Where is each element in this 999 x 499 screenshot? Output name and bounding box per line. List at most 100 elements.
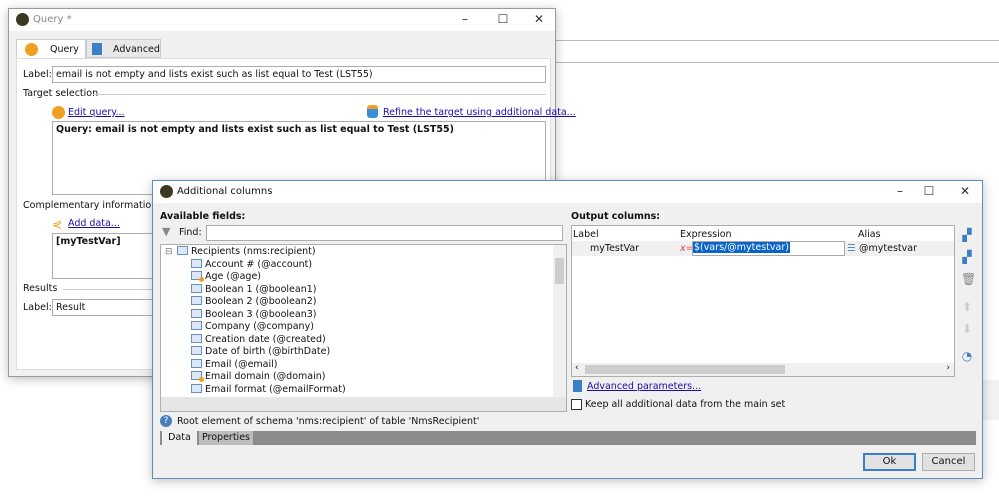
tree-item[interactable]: Account # (@account) xyxy=(191,258,313,272)
query-icon xyxy=(25,43,38,56)
field-icon xyxy=(191,258,202,268)
column-header-label[interactable]: Label xyxy=(573,229,599,240)
scroll-thumb[interactable] xyxy=(555,258,564,284)
vertical-scrollbar[interactable] xyxy=(553,245,566,399)
tree-item-label: Boolean 3 (@boolean3) xyxy=(205,308,317,320)
tree-item-label: Boolean 1 (@boolean1) xyxy=(205,283,317,295)
label-input[interactable]: email is not empty and lists exist such … xyxy=(52,66,546,83)
edit-query-link[interactable]: Edit query... xyxy=(68,107,125,118)
tree-item-label: Email format (@emailFormat) xyxy=(205,383,346,395)
additional-columns-dialog: Additional columns – ☐ ✕ Available field… xyxy=(152,180,983,479)
results-label-input[interactable]: Result xyxy=(52,299,162,316)
app-icon xyxy=(16,13,29,26)
field-icon xyxy=(191,333,202,343)
title-bar: Query * – ☐ ✕ xyxy=(9,9,555,31)
dialog-title: Additional columns xyxy=(177,186,273,197)
tree-item[interactable]: Email format (@emailFormat) xyxy=(191,383,346,397)
results-label-caption: Label: xyxy=(23,302,52,313)
refresh-icon[interactable]: ◔ xyxy=(961,350,973,362)
column-header-expression[interactable]: Expression xyxy=(680,229,732,240)
tab-label: Query xyxy=(50,44,79,55)
ok-button[interactable]: Ok xyxy=(863,453,916,471)
query-icon xyxy=(52,106,65,119)
table-icon xyxy=(177,246,188,255)
tab-data[interactable]: Data xyxy=(162,431,197,445)
add-data-link[interactable]: Add data... xyxy=(68,218,120,229)
app-icon xyxy=(160,185,173,198)
info-text: Root element of schema 'nms:recipient' o… xyxy=(177,416,480,427)
row-label: myTestVar xyxy=(590,243,640,254)
complementary-textarea[interactable]: [myTestVar] xyxy=(52,233,162,279)
field-icon xyxy=(191,308,202,318)
tab-label: Advanced xyxy=(113,44,160,55)
tree-item-label: Account # (@account) xyxy=(205,258,313,270)
maximize-button[interactable]: ☐ xyxy=(493,12,513,26)
window-title: Query * xyxy=(33,14,72,25)
available-fields-heading: Available fields: xyxy=(160,211,246,222)
tree-item[interactable]: Boolean 3 (@boolean3) xyxy=(191,308,317,322)
close-button[interactable]: ✕ xyxy=(529,12,549,26)
tree-item-label: Boolean 2 (@boolean2) xyxy=(205,296,317,307)
fields-tree[interactable]: ⊟ Recipients (nms:recipient) Account # (… xyxy=(160,244,567,412)
add-column-icon[interactable]: ▞ xyxy=(961,229,973,241)
tab-advanced[interactable]: Advanced xyxy=(86,39,161,58)
field-icon xyxy=(191,371,204,382)
tree-item-label: Date of birth (@birthDate) xyxy=(205,346,331,357)
clipboard-icon xyxy=(92,43,102,55)
field-icon xyxy=(191,383,202,393)
field-icon xyxy=(191,346,202,355)
output-columns-grid[interactable]: Label Expression Alias myTestVar x= $(va… xyxy=(571,225,955,377)
tree-item-label: Age (@age) xyxy=(205,271,262,282)
tree-item[interactable]: Email domain (@domain) xyxy=(191,371,325,384)
move-down-icon[interactable]: ⬇ xyxy=(961,323,973,335)
scroll-right-icon[interactable]: › xyxy=(946,363,950,373)
tab-properties[interactable]: Properties xyxy=(199,431,253,445)
field-icon xyxy=(191,271,204,282)
delete-icon[interactable]: 🗑 xyxy=(961,273,976,285)
tree-footer xyxy=(161,397,566,411)
tree-item[interactable]: Boolean 2 (@boolean2) xyxy=(191,296,317,309)
minimize-button[interactable]: – xyxy=(890,184,910,198)
close-button[interactable]: ✕ xyxy=(955,184,975,198)
edit-column-icon[interactable]: ▞ xyxy=(961,251,973,263)
find-label: Find: xyxy=(179,227,202,238)
scroll-thumb[interactable] xyxy=(585,365,785,374)
results-heading: Results xyxy=(23,283,58,294)
tree-item[interactable]: Date of birth (@birthDate) xyxy=(191,346,330,359)
expression-input[interactable]: $(vars/@mytestvar) xyxy=(692,241,845,256)
scroll-left-icon[interactable]: ‹ xyxy=(575,363,579,373)
tree-item-label: Email domain (@domain) xyxy=(205,371,326,382)
tree-item[interactable]: Email (@email) xyxy=(191,358,278,372)
output-columns-heading: Output columns: xyxy=(571,211,661,222)
maximize-button[interactable]: ☐ xyxy=(919,184,939,198)
tree-item-label: Company (@company) xyxy=(205,321,314,332)
find-input[interactable] xyxy=(206,225,563,241)
tree-item-label: Creation date (@created) xyxy=(205,333,326,345)
tree-root[interactable]: Recipients (nms:recipient) xyxy=(177,246,316,259)
refine-target-link[interactable]: Refine the target using additional data.… xyxy=(383,107,576,118)
cancel-button[interactable]: Cancel xyxy=(922,453,975,471)
field-icon xyxy=(191,321,202,330)
horizontal-scrollbar[interactable]: ‹ › xyxy=(572,363,954,376)
table-row[interactable]: myTestVar x= $(vars/@mytestvar) ☰ @mytes… xyxy=(572,241,954,256)
tree-item[interactable]: Age (@age) xyxy=(191,271,261,284)
field-icon xyxy=(191,283,202,293)
tab-query[interactable]: Query xyxy=(16,39,86,59)
column-header-alias[interactable]: Alias xyxy=(858,229,881,240)
field-icon xyxy=(191,296,202,305)
tree-root-label: Recipients (nms:recipient) xyxy=(191,246,316,257)
collapse-icon[interactable]: ⊟ xyxy=(165,247,173,257)
tree-item[interactable]: Creation date (@created) xyxy=(191,333,326,347)
minimize-button[interactable]: – xyxy=(455,12,475,26)
label-caption: Label: xyxy=(23,69,52,80)
move-up-icon[interactable]: ⬆ xyxy=(961,301,973,313)
field-icon xyxy=(191,358,202,368)
expression-selection: $(vars/@mytestvar) xyxy=(693,242,790,253)
expression-editor-icon[interactable]: ☰ xyxy=(847,243,856,254)
filter-icon: ▼ xyxy=(162,225,171,238)
keep-all-checkbox[interactable] xyxy=(571,399,582,410)
advanced-parameters-link[interactable]: Advanced parameters... xyxy=(587,381,701,392)
tree-item[interactable]: Company (@company) xyxy=(191,321,314,334)
keep-all-label: Keep all additional data from the main s… xyxy=(585,399,786,410)
tree-item[interactable]: Boolean 1 (@boolean1) xyxy=(191,283,317,297)
